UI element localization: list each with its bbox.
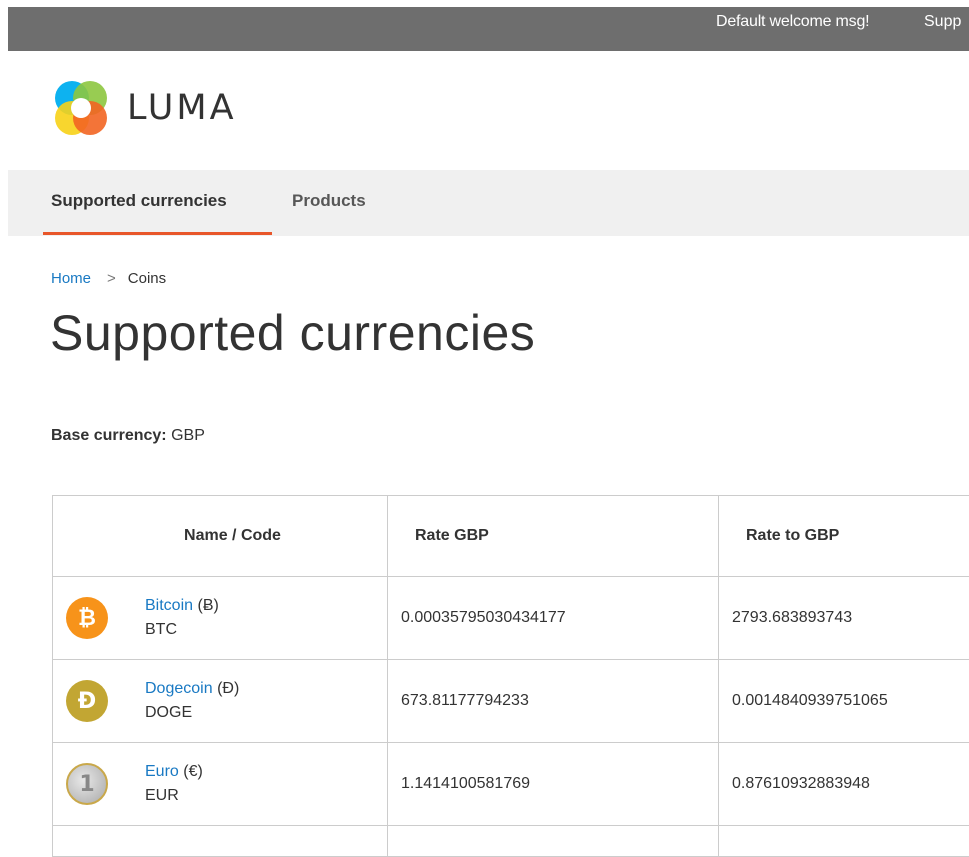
coin-cell: [53, 826, 388, 857]
coin-name-link[interactable]: Dogecoin: [145, 680, 213, 697]
rate-to-value: [719, 826, 969, 857]
coin-name-link[interactable]: Euro: [145, 763, 179, 780]
coin-symbol: (€): [183, 763, 203, 780]
brand-name[interactable]: LUMA: [127, 88, 237, 128]
base-currency-value: GBP: [171, 427, 205, 444]
table-row: 1 Euro (€) EUR 1.1414100581769 0.8761093…: [53, 743, 969, 826]
rate-value: [388, 826, 719, 857]
base-currency-info: Base currency: GBP: [51, 427, 205, 445]
base-currency-label: Base currency:: [51, 427, 167, 444]
breadcrumb-home-link[interactable]: Home: [51, 270, 91, 287]
breadcrumb-separator: >: [107, 270, 116, 287]
welcome-message: Default welcome msg!: [716, 13, 869, 31]
main-navigation: Supported currencies Products: [8, 170, 969, 236]
breadcrumb: Home > Coins: [51, 270, 166, 287]
column-header-name-code: Name / Code: [53, 496, 388, 577]
coin-symbol: (Ƀ): [197, 597, 218, 614]
coin-code: BTC: [145, 618, 219, 642]
rate-value: 1.1414100581769: [388, 743, 719, 826]
rate-value: 0.00035795030434177: [388, 577, 719, 660]
rate-to-value: 0.0014840939751065: [719, 660, 969, 743]
rate-to-value: 2793.683893743: [719, 577, 969, 660]
active-nav-indicator: [43, 232, 272, 235]
table-row: [53, 826, 969, 857]
coin-cell: 1 Euro (€) EUR: [53, 743, 388, 826]
table-row: Ð Dogecoin (Ð) DOGE 673.81177794233 0.00…: [53, 660, 969, 743]
column-header-rate: Rate GBP: [388, 496, 719, 577]
euro-coin-icon: 1: [66, 763, 108, 805]
nav-item-supported-currencies[interactable]: Supported currencies: [51, 191, 227, 211]
rate-to-value: 0.87610932883948: [719, 743, 969, 826]
coin-cell: Ð Dogecoin (Ð) DOGE: [53, 660, 388, 743]
top-header-bar: Default welcome msg! Supp: [8, 7, 969, 51]
coin-code: DOGE: [145, 701, 239, 725]
support-link[interactable]: Supp: [924, 13, 961, 31]
column-header-rate-to: Rate to GBP: [719, 496, 969, 577]
nav-item-products[interactable]: Products: [292, 191, 366, 211]
dogecoin-icon: Ð: [66, 680, 108, 722]
coin-name-link[interactable]: Bitcoin: [145, 597, 193, 614]
coin-symbol: (Ð): [217, 680, 239, 697]
page-title: Supported currencies: [50, 304, 535, 362]
table-row: ₿ Bitcoin (Ƀ) BTC 0.00035795030434177 27…: [53, 577, 969, 660]
bitcoin-icon: ₿: [66, 597, 108, 639]
breadcrumb-current: Coins: [128, 270, 166, 287]
currency-rates-table: Name / Code Rate GBP Rate to GBP ₿ Bitco…: [52, 495, 969, 857]
coin-cell: ₿ Bitcoin (Ƀ) BTC: [53, 577, 388, 660]
luma-logo-icon[interactable]: [50, 78, 112, 140]
coin-code: EUR: [145, 784, 203, 808]
rate-value: 673.81177794233: [388, 660, 719, 743]
